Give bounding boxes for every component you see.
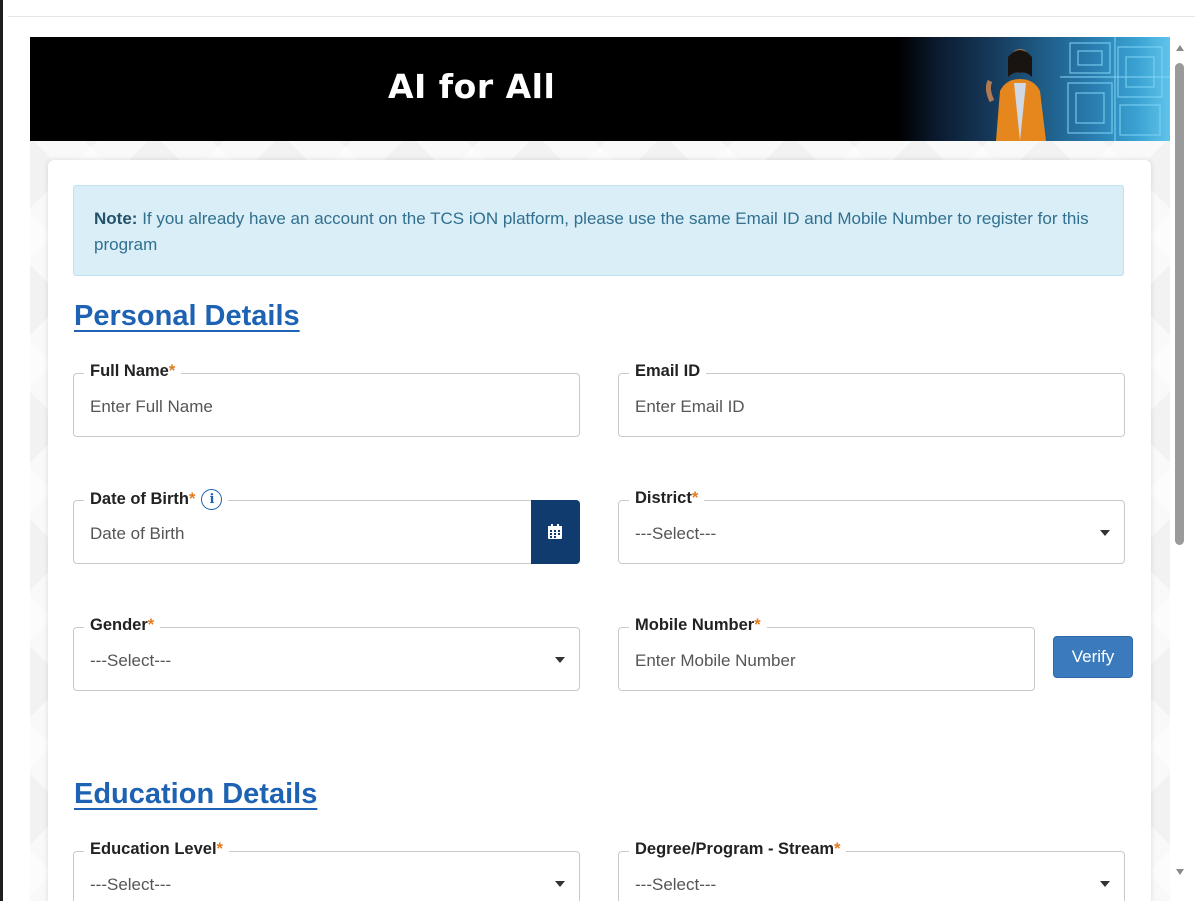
- full-name-label: Full Name*: [84, 362, 182, 381]
- scroll-down-arrow-icon[interactable]: [1176, 869, 1184, 875]
- full-name-input[interactable]: [90, 397, 510, 417]
- date-of-birth-input[interactable]: [90, 524, 510, 544]
- calendar-button[interactable]: [531, 500, 580, 564]
- note-prefix: Note:: [94, 209, 138, 228]
- scrollbar-thumb[interactable]: [1175, 63, 1184, 545]
- date-of-birth-label: Date of Birth* i: [84, 489, 229, 510]
- account-note: Note: If you already have an account on …: [73, 185, 1124, 276]
- date-of-birth-field[interactable]: Date of Birth* i: [73, 489, 580, 564]
- info-icon[interactable]: i: [201, 489, 223, 510]
- scroll-up-arrow-icon[interactable]: [1176, 45, 1184, 51]
- personal-details-heading: Personal Details: [74, 300, 300, 332]
- degree-stream-selected-value: ---Select---: [635, 875, 717, 894]
- gender-selected-value: ---Select---: [90, 651, 172, 670]
- banner: AI for All: [30, 37, 1170, 141]
- education-details-heading: Education Details: [74, 778, 318, 810]
- registration-form-card: Note: If you already have an account on …: [48, 160, 1151, 901]
- chevron-down-icon: [1100, 530, 1110, 536]
- email-field[interactable]: Email ID: [618, 362, 1125, 437]
- mobile-number-input[interactable]: [635, 651, 995, 671]
- note-text: If you already have an account on the TC…: [94, 209, 1089, 254]
- degree-stream-select[interactable]: Degree/Program - Stream* ---Select---: [618, 840, 1125, 901]
- vertical-scrollbar[interactable]: [1172, 37, 1188, 885]
- gender-label: Gender*: [84, 616, 161, 635]
- mobile-number-field[interactable]: Mobile Number*: [618, 616, 1035, 691]
- chevron-down-icon: [1100, 881, 1110, 887]
- full-name-field[interactable]: Full Name*: [73, 362, 580, 437]
- district-label: District*: [629, 489, 705, 508]
- email-label: Email ID: [629, 362, 707, 381]
- banner-illustration: [898, 37, 1170, 141]
- education-level-select[interactable]: Education Level* ---Select---: [73, 840, 580, 901]
- chevron-down-icon: [555, 657, 565, 663]
- window-edge: [0, 0, 3, 901]
- chevron-down-icon: [555, 881, 565, 887]
- browser-top-bar: [8, 0, 1195, 17]
- gender-select[interactable]: Gender* ---Select---: [73, 616, 580, 691]
- banner-title: AI for All: [388, 67, 556, 106]
- education-level-label: Education Level*: [84, 840, 229, 859]
- education-level-selected-value: ---Select---: [90, 875, 172, 894]
- calendar-icon: [548, 524, 562, 539]
- verify-button[interactable]: Verify: [1053, 636, 1133, 678]
- page-viewport: AI for All Note: If you already have an …: [30, 37, 1170, 901]
- mobile-number-label: Mobile Number*: [629, 616, 767, 635]
- presenter-illustration: [986, 49, 1046, 141]
- email-input[interactable]: [635, 397, 1055, 417]
- district-select[interactable]: District* ---Select---: [618, 489, 1125, 564]
- circuit-grid-graphic: [1060, 37, 1170, 141]
- degree-stream-label: Degree/Program - Stream*: [629, 840, 847, 859]
- district-selected-value: ---Select---: [635, 524, 717, 543]
